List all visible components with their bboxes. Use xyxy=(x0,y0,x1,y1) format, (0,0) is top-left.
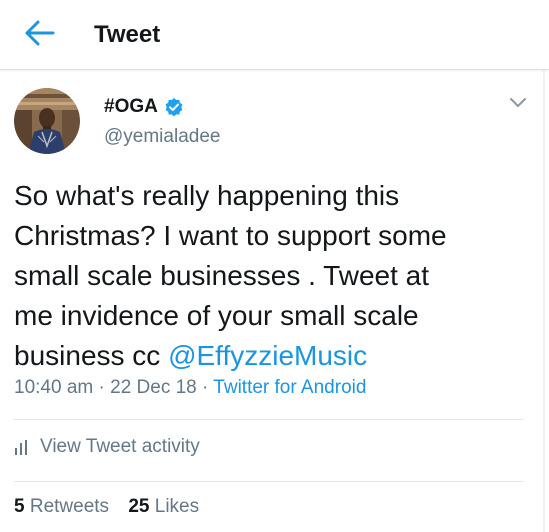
back-button[interactable] xyxy=(22,18,58,52)
arrow-left-icon xyxy=(25,20,55,51)
divider xyxy=(14,481,524,482)
tweet-metadata: 10:40 am · 22 Dec 18 · Twitter for Andro… xyxy=(14,377,366,399)
meta-separator: · xyxy=(202,377,209,398)
view-tweet-activity-label: View Tweet activity xyxy=(40,436,200,457)
scrollbar[interactable] xyxy=(539,70,549,532)
tweet-text: So what's really happening this Christma… xyxy=(14,176,514,376)
tweet-date: 22 Dec 18 xyxy=(110,377,197,398)
avatar[interactable] xyxy=(14,88,80,154)
tweet-time: 10:40 am xyxy=(14,377,94,398)
retweets-stat[interactable]: 5 Retweets xyxy=(14,496,109,517)
bar-chart-icon xyxy=(14,439,30,455)
divider xyxy=(14,419,524,420)
likes-count: 25 xyxy=(128,496,150,517)
top-app-bar: Tweet xyxy=(0,0,549,70)
author-handle[interactable]: @yemialadee xyxy=(104,126,220,148)
author-display-name: #OGA xyxy=(104,96,158,117)
verified-badge-icon xyxy=(164,97,184,117)
engagement-stats: 5 Retweets 25 Likes xyxy=(14,496,213,518)
author-name-row[interactable]: #OGA xyxy=(104,96,184,118)
retweets-label: Retweets xyxy=(29,496,110,517)
chevron-down-icon xyxy=(509,96,527,114)
tweet-detail-screen: Tweet #OGA @yemialadee So what's really … xyxy=(0,0,549,532)
retweets-count: 5 xyxy=(14,496,25,517)
likes-label: Likes xyxy=(154,496,200,517)
meta-separator: · xyxy=(98,377,105,398)
mention-link[interactable]: @EffyzzieMusic xyxy=(168,340,367,371)
view-tweet-activity-button[interactable]: View Tweet activity xyxy=(14,436,200,458)
likes-stat[interactable]: 25 Likes xyxy=(128,496,199,517)
tweet-client-link[interactable]: Twitter for Android xyxy=(213,377,366,398)
more-options-button[interactable] xyxy=(507,96,529,114)
page-title: Tweet xyxy=(94,21,161,48)
